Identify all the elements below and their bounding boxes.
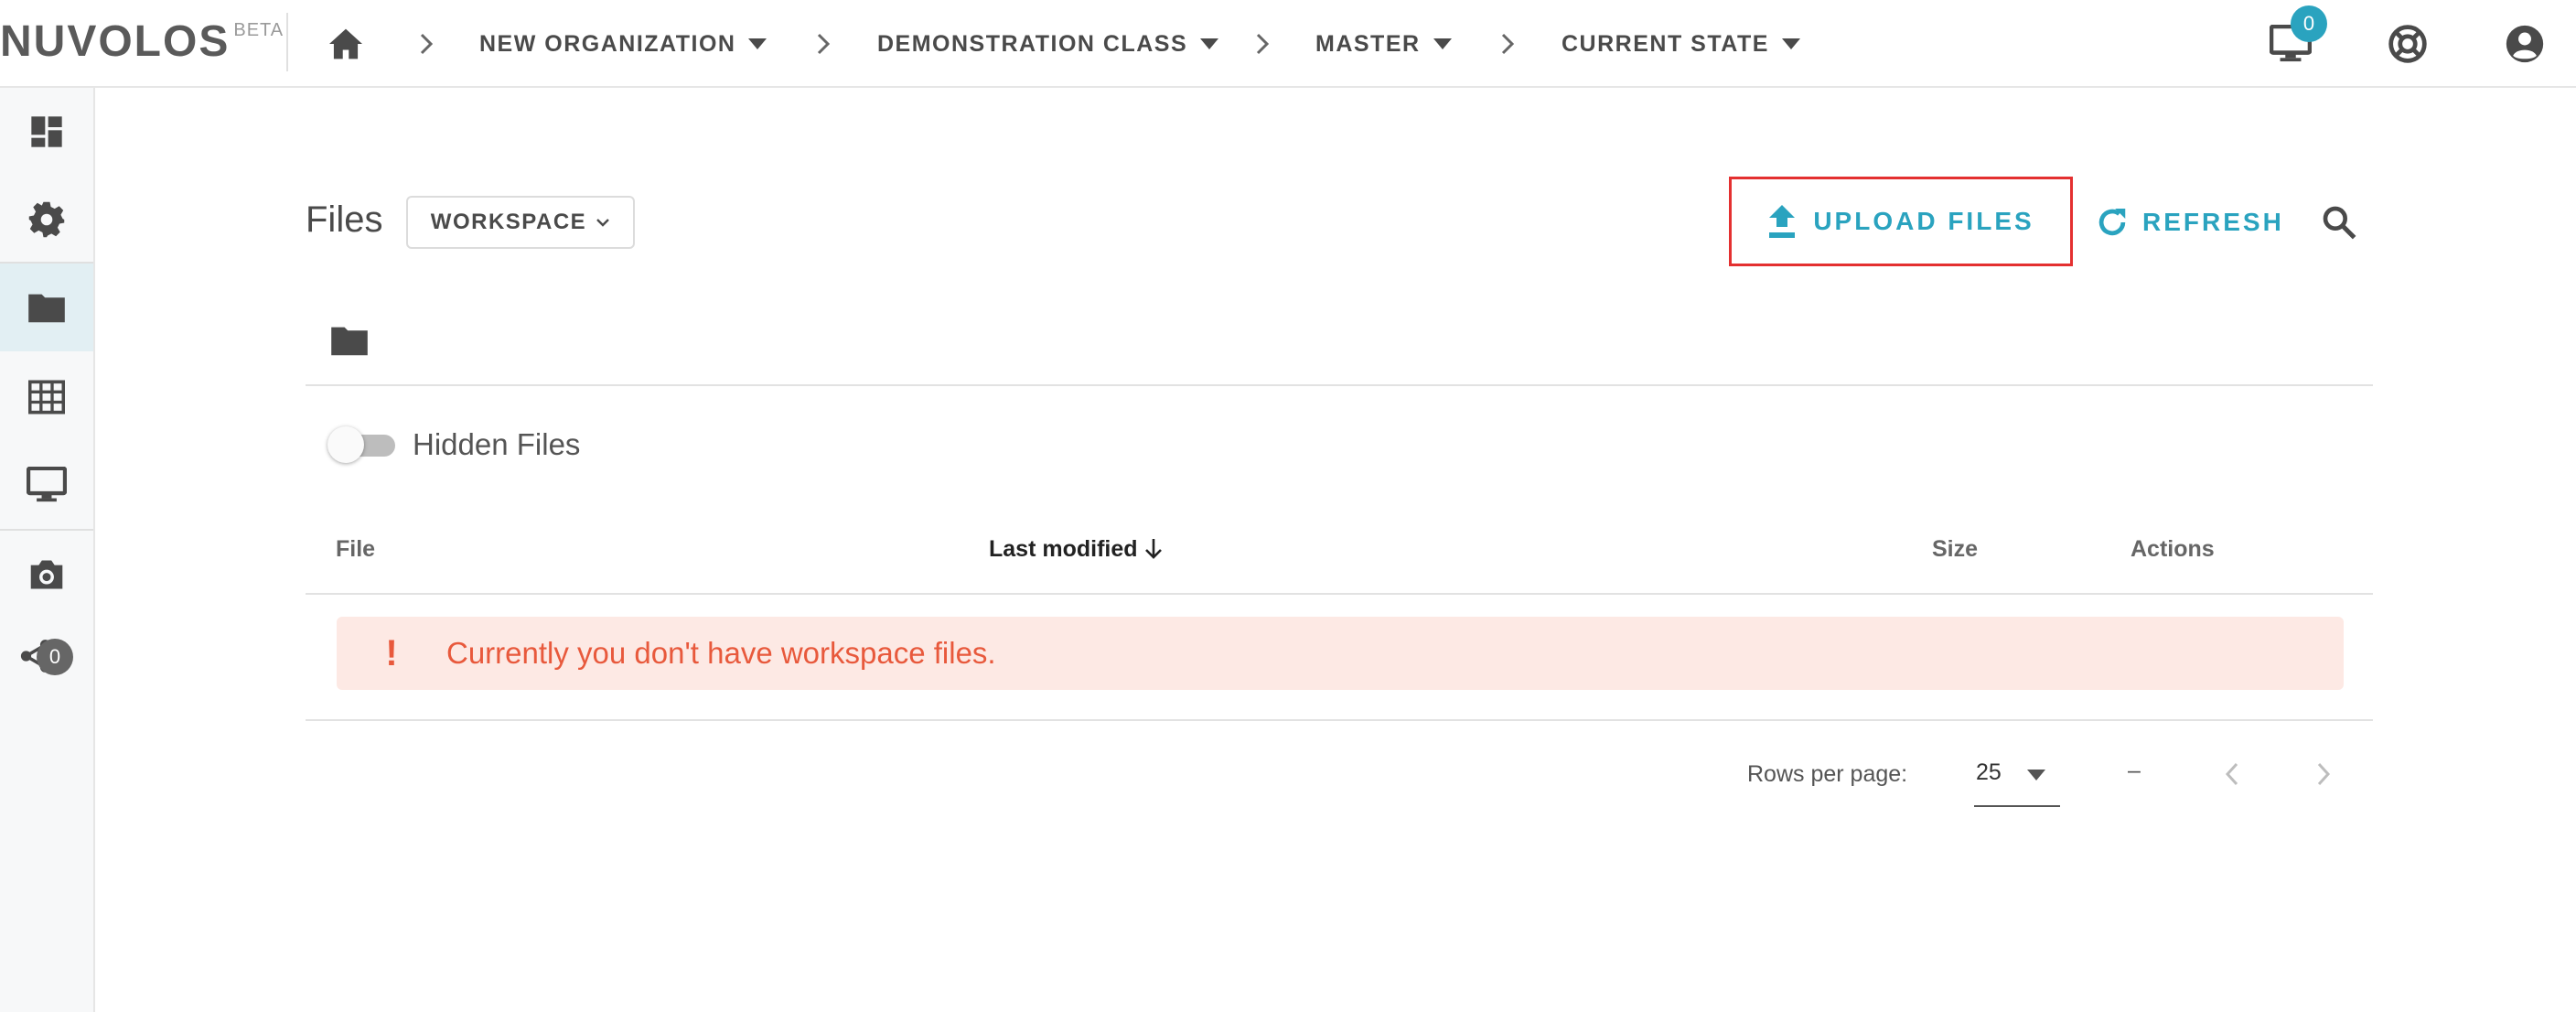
files-scope-label: WORKSPACE (430, 210, 587, 234)
sidebar-item-tables[interactable] (0, 353, 93, 441)
help-button[interactable] (2382, 18, 2433, 70)
empty-state-alert: ! Currently you don't have workspace fil… (337, 617, 2344, 690)
chevron-right-icon (2317, 762, 2331, 786)
refresh-label: REFRESH (2142, 208, 2284, 236)
rows-per-page-select[interactable]: 25 (1974, 752, 2060, 807)
left-sidebar: 0 (0, 88, 95, 1012)
breadcrumb-space[interactable]: DEMONSTRATION CLASS (877, 26, 1219, 62)
hidden-files-toggle[interactable] (327, 425, 401, 463)
search-button[interactable] (2316, 199, 2362, 245)
files-scope-dropdown[interactable]: WORKSPACE (406, 196, 635, 249)
breadcrumb-snapshot[interactable]: CURRENT STATE (1562, 26, 1800, 62)
breadcrumb-chevron-icon (415, 27, 437, 60)
column-header-actions: Actions (2131, 536, 2215, 562)
sidebar-item-dashboard[interactable] (0, 88, 93, 176)
previous-page-button[interactable] (2214, 756, 2250, 792)
top-bar: NUVOLOS BETA NEW ORGANIZATION DEMONSTRAT… (0, 0, 2576, 88)
folder-icon (331, 327, 368, 356)
distribute-count-badge: 0 (37, 639, 73, 675)
sidebar-item-settings[interactable] (0, 176, 93, 264)
rows-per-page-value: 25 (1976, 759, 2002, 785)
running-apps-count-badge: 0 (2291, 5, 2327, 42)
exclamation-icon: ! (385, 632, 398, 673)
column-header-last-modified[interactable]: Last modified (989, 534, 1164, 564)
caret-down-icon (1433, 38, 1452, 49)
lifebuoy-icon (2388, 25, 2427, 63)
refresh-icon (2098, 208, 2126, 236)
column-header-size[interactable]: Size (1932, 534, 1978, 564)
breadcrumb-label: MASTER (1315, 30, 1421, 57)
table-footer-divider (306, 719, 2373, 721)
breadcrumb-chevron-icon (1497, 27, 1519, 60)
toggle-knob (327, 426, 364, 463)
folder-icon (28, 294, 65, 323)
arrow-down-icon (1144, 539, 1162, 559)
page-range-text: – (2128, 758, 2141, 783)
upload-icon (1769, 205, 1796, 238)
divider (306, 384, 2373, 386)
empty-state-message: Currently you don't have workspace files… (446, 636, 996, 670)
breadcrumb-label: DEMONSTRATION CLASS (877, 30, 1188, 57)
breadcrumb-label: NEW ORGANIZATION (479, 30, 736, 57)
breadcrumb-organization[interactable]: NEW ORGANIZATION (479, 26, 767, 62)
account-circle-icon (2506, 25, 2544, 63)
brand-beta-tag: BETA (233, 20, 284, 40)
gear-icon (28, 201, 65, 238)
breadcrumb-label: CURRENT STATE (1562, 30, 1769, 57)
refresh-button[interactable]: REFRESH (2095, 196, 2284, 249)
page-title: Files (306, 199, 383, 240)
brand-logo[interactable]: NUVOLOS BETA (0, 15, 284, 70)
caret-down-icon (1781, 38, 1800, 49)
chevron-left-icon (2225, 762, 2238, 786)
caret-down-icon (1200, 38, 1219, 49)
breadcrumb-chevron-icon (812, 27, 834, 60)
camera-icon (30, 560, 63, 589)
table-grid-icon (28, 380, 65, 414)
brand-name: NUVOLOS (0, 17, 231, 66)
caret-down-icon (748, 38, 767, 49)
sidebar-item-files[interactable] (0, 264, 93, 351)
logo-divider (286, 13, 288, 71)
upload-files-label: UPLOAD FILES (1813, 207, 2034, 235)
caret-down-icon (2027, 769, 2045, 785)
column-header-label: Last modified (989, 536, 1138, 562)
search-icon (2323, 206, 2356, 240)
root-folder-button[interactable] (327, 320, 371, 361)
hidden-files-label: Hidden Files (413, 427, 581, 461)
column-header-file[interactable]: File (336, 534, 375, 564)
sidebar-item-distribute[interactable]: 0 (0, 620, 93, 708)
table-header-divider (306, 593, 2373, 595)
chevron-down-icon (596, 218, 610, 227)
breadcrumb-instance[interactable]: MASTER (1315, 26, 1452, 62)
sidebar-item-snapshots[interactable] (0, 531, 93, 619)
breadcrumb-chevron-icon (1251, 27, 1273, 60)
dashboard-icon (31, 116, 62, 147)
monitor-icon (27, 467, 67, 502)
sidebar-item-applications[interactable] (0, 441, 93, 529)
next-page-button[interactable] (2305, 756, 2342, 792)
rows-per-page-label: Rows per page: (1747, 761, 1908, 787)
home-icon (329, 28, 362, 59)
user-account-button[interactable] (2499, 18, 2550, 70)
home-button[interactable] (326, 24, 366, 64)
upload-files-button[interactable]: UPLOAD FILES (1729, 177, 2073, 266)
